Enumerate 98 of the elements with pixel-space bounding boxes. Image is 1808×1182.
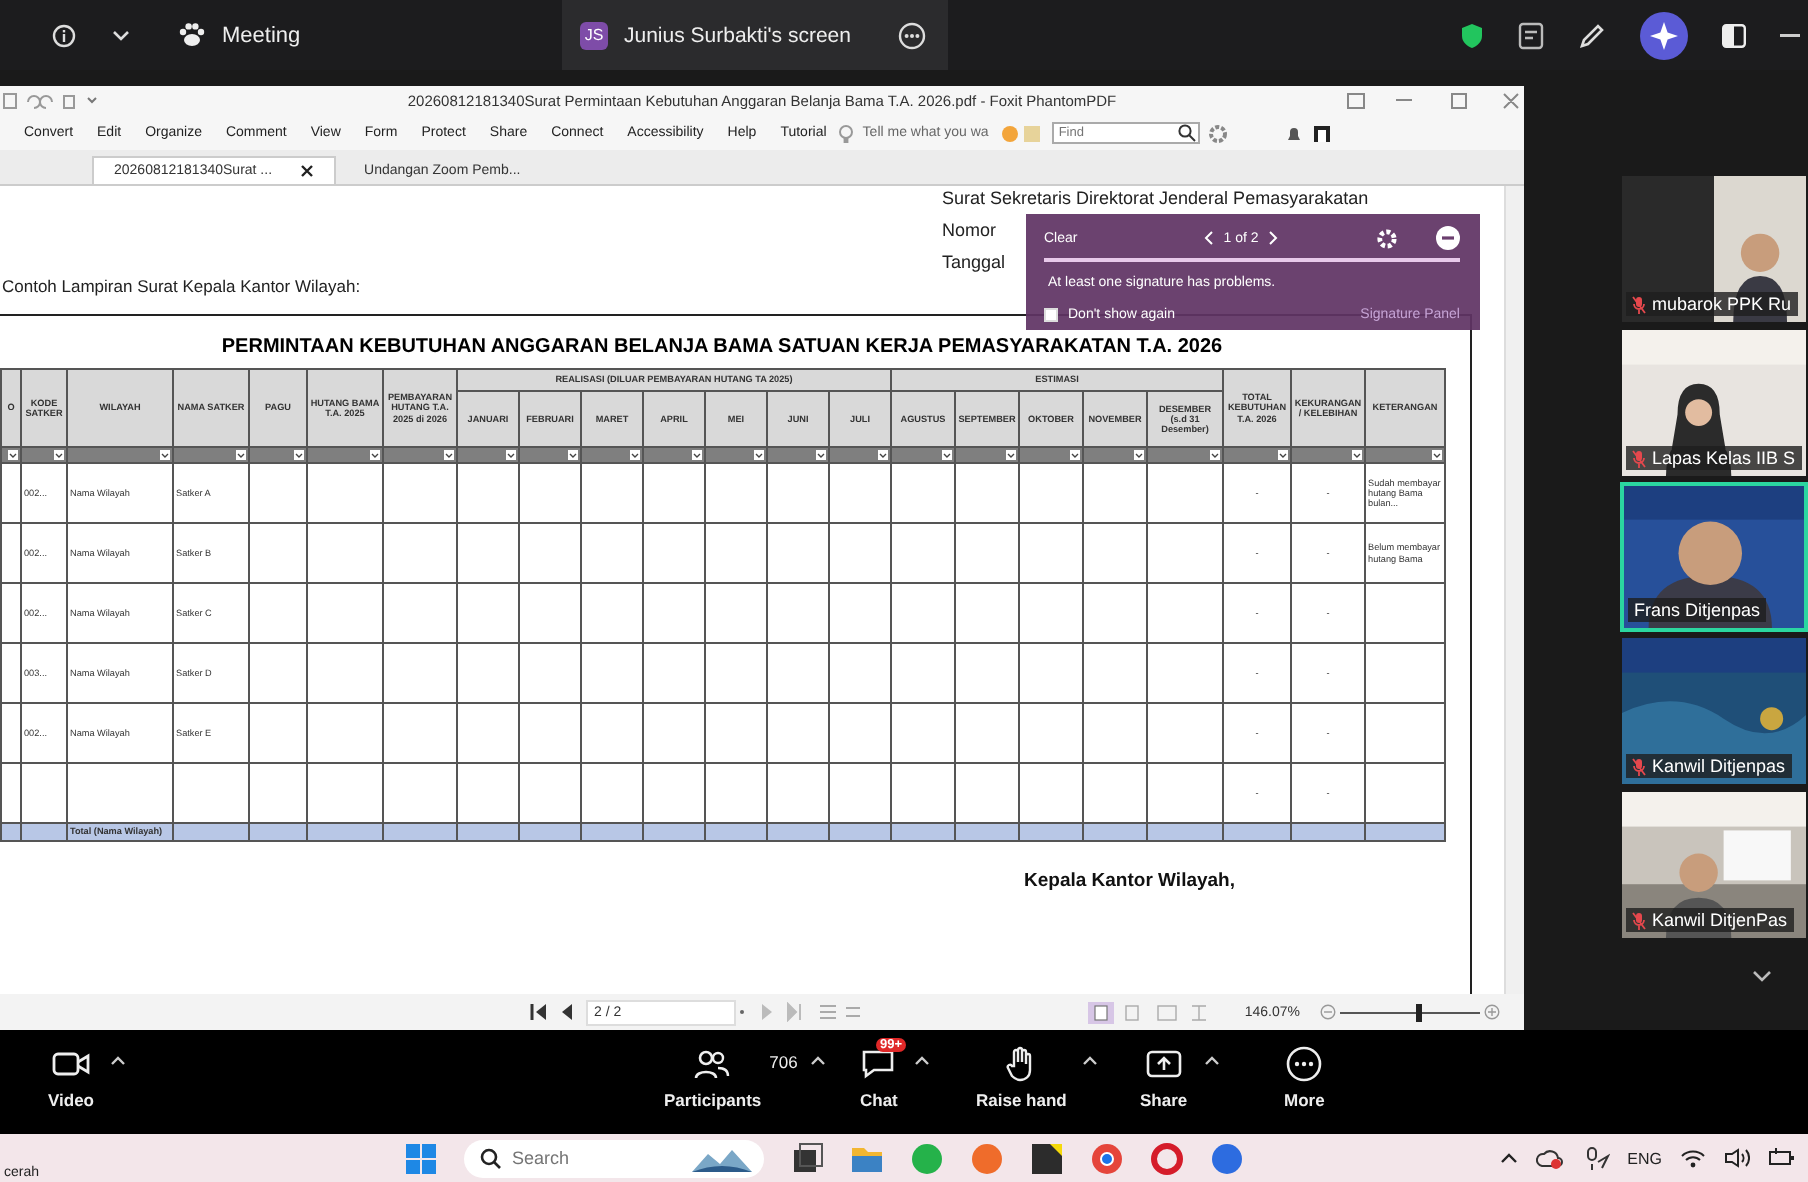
microphone-icon[interactable] (1581, 1146, 1610, 1170)
search-icon[interactable] (1178, 124, 1197, 142)
more-icon[interactable] (898, 21, 926, 49)
filter-dropdown-icon[interactable] (294, 450, 304, 461)
layout-icon[interactable] (1722, 23, 1746, 47)
participant-tile[interactable]: Kanwil Ditjenpas (1620, 636, 1808, 786)
toolbar-button[interactable]: Chat (856, 1046, 902, 1110)
caret-icon[interactable] (913, 1056, 930, 1066)
circle-icon[interactable] (1090, 1141, 1124, 1175)
zoom-in-icon[interactable] (1484, 1004, 1500, 1020)
toolbar-button[interactable]: Share (1136, 1046, 1192, 1110)
filter-dropdown-icon[interactable] (1070, 450, 1080, 461)
wifi-icon[interactable] (1680, 1148, 1706, 1168)
zoom-slider-thumb[interactable] (1416, 1003, 1423, 1021)
toolbar-button[interactable]: Video (44, 1046, 98, 1110)
filter-dropdown-icon[interactable] (370, 450, 380, 461)
battery-icon[interactable] (1768, 1148, 1796, 1168)
volume-icon[interactable] (1724, 1148, 1750, 1168)
participant-name: mubarok PPK Ru (1652, 294, 1792, 314)
lightbulb-icon (838, 123, 855, 143)
caret-icon[interactable] (1203, 1056, 1220, 1066)
filter-dropdown-icon[interactable] (692, 450, 702, 461)
filter-dropdown-icon[interactable] (444, 450, 454, 461)
chevron-down-icon[interactable] (112, 29, 130, 41)
letter-field-label: Tanggal (942, 252, 1006, 272)
filter-dropdown-icon[interactable] (1006, 450, 1016, 461)
filter-dropdown-icon[interactable] (878, 450, 888, 461)
language-indicator[interactable]: ENG (1627, 1149, 1662, 1167)
filter-dropdown-icon[interactable] (568, 450, 578, 461)
close-icon[interactable] (300, 164, 315, 178)
ring-icon[interactable] (1150, 1141, 1184, 1175)
info-icon[interactable] (52, 23, 76, 47)
filter-dropdown-icon[interactable] (8, 450, 18, 461)
filter-dropdown-icon[interactable] (942, 450, 952, 461)
notes-icon[interactable] (1518, 21, 1544, 49)
more-icon (1286, 1046, 1323, 1082)
filter-dropdown-icon[interactable] (1352, 450, 1363, 461)
intro-text: Contoh Lampiran Surat Kepala Kantor Wilayah: (2, 276, 361, 296)
participant-tile[interactable]: mubarok PPK Ru (1620, 174, 1808, 324)
filter-dropdown-icon[interactable] (1134, 450, 1144, 461)
cloud-icon[interactable] (1535, 1147, 1564, 1169)
participant-tile[interactable]: Frans Ditjenpas (1620, 482, 1808, 632)
windows-icon[interactable] (404, 1141, 438, 1175)
filter-dropdown-icon[interactable] (754, 450, 764, 461)
first-page-icon[interactable] (530, 1004, 548, 1020)
presenter-avatar: JS (580, 21, 608, 49)
toolbar-button[interactable]: More (1280, 1046, 1329, 1110)
previous-page-icon[interactable] (562, 1004, 574, 1020)
participant-name: Kanwil DitjenPas (1652, 910, 1788, 930)
previous-icon[interactable] (1203, 230, 1214, 246)
letter-sender: Surat Sekretaris Direktorat Jenderal Pemasyarakatan (942, 188, 1369, 208)
filter-dropdown-icon[interactable] (160, 450, 170, 461)
paw-icon (178, 22, 206, 48)
letter-field-label: Nomor (942, 220, 997, 240)
table-title: PERMINTAAN KEBUTUHAN ANGGARAN BELANJA BAMA SATUAN KERJA PEMASYARAKATAN T.A. 2026 (219, 336, 1225, 358)
meeting-label: Meeting (222, 23, 303, 47)
caret-icon[interactable] (1082, 1056, 1099, 1066)
participant-tile[interactable]: Lapas Kelas IIB S (1620, 328, 1808, 478)
share-screen-icon (1145, 1046, 1182, 1082)
filter-dropdown-icon[interactable] (1432, 450, 1443, 461)
chevron-down-icon[interactable] (1752, 970, 1772, 982)
participant-name: Lapas Kelas IIB S (1652, 448, 1796, 468)
search-field[interactable]: Search (464, 1139, 764, 1177)
note-icon[interactable] (1030, 1141, 1064, 1175)
participant-count: 706 (769, 1052, 798, 1072)
filter-dropdown-icon[interactable] (1210, 450, 1221, 461)
shield-icon[interactable] (1460, 21, 1484, 49)
minimize-icon[interactable] (1436, 226, 1460, 250)
user-icon[interactable] (1312, 123, 1333, 143)
filter-dropdown-icon[interactable] (1278, 450, 1289, 461)
bell-icon[interactable] (1284, 123, 1305, 143)
share-label: Junius Surbakti's screen (624, 23, 853, 47)
caret-icon[interactable] (110, 1056, 126, 1066)
people-icon (694, 1046, 731, 1082)
participant-name: Frans Ditjenpas (1634, 600, 1761, 620)
sparkle-icon[interactable] (1640, 11, 1688, 59)
filter-dropdown-icon[interactable] (816, 450, 826, 461)
participant-tile[interactable]: Kanwil DitjenPas (1620, 790, 1808, 940)
window-icon[interactable] (790, 1141, 824, 1175)
pen-icon[interactable] (1578, 21, 1606, 49)
toolbar-button[interactable]: Participants (660, 1046, 766, 1110)
filter-dropdown-icon[interactable] (54, 450, 64, 461)
scrollbar[interactable] (1504, 186, 1524, 994)
search-icon (480, 1147, 502, 1169)
caret-icon[interactable] (809, 1056, 826, 1066)
next-icon[interactable] (1268, 230, 1279, 246)
zoom-out-icon[interactable] (1320, 1004, 1336, 1020)
chevron-up-icon[interactable] (1499, 1152, 1518, 1164)
filter-dropdown-icon[interactable] (236, 450, 246, 461)
participant-name: Kanwil Ditjenpas (1652, 756, 1786, 776)
minimize-icon[interactable] (1780, 33, 1800, 37)
signature-line: Kepala Kantor Wilayah, (1024, 870, 1237, 892)
toolbar-button[interactable]: Raise hand (972, 1046, 1071, 1110)
filter-dropdown-icon[interactable] (506, 450, 516, 461)
landscape-icon (692, 1147, 752, 1171)
window-controls-icon[interactable] (1344, 92, 1524, 110)
dont-show-checkbox[interactable] (1044, 308, 1058, 322)
filter-dropdown-icon[interactable] (630, 450, 640, 461)
